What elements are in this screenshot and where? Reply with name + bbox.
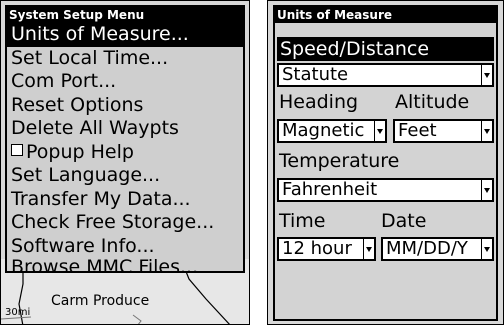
panel-title: Units of Measure [275,7,496,23]
popup-help-label: Popup Help [26,140,134,163]
menu-item-set-local-time[interactable]: Set Local Time... [7,47,243,71]
menu-item-com-port[interactable]: Com Port... [7,70,243,94]
chevron-down-icon[interactable] [363,239,374,259]
units-of-measure-panel: Units of Measure Speed/Distance Statute … [273,5,498,321]
system-setup-menu: System Setup Menu Units of Measure... Se… [5,5,245,273]
menu-item-software-info[interactable]: Software Info... [7,235,243,259]
chevron-down-icon[interactable] [481,121,492,141]
date-label: Date [381,210,427,232]
time-value: 12 hour [282,238,352,259]
heading-label: Heading [279,91,359,113]
menu-item-units-of-measure[interactable]: Units of Measure... [7,23,243,47]
menu-title: System Setup Menu [7,7,243,23]
menu-item-set-language[interactable]: Set Language... [7,164,243,188]
heading-value: Magnetic [282,120,365,141]
map-scale-label: 30mi [5,307,31,318]
altitude-label: Altitude [395,91,470,113]
chevron-down-icon[interactable] [481,65,492,85]
popup-help-checkbox[interactable] [11,143,23,156]
time-dropdown[interactable]: 12 hour [277,237,376,261]
speed-distance-value: Statute [282,64,349,85]
temperature-label: Temperature [279,150,400,172]
menu-item-delete-all-waypts[interactable]: Delete All Waypts [7,117,243,141]
temperature-dropdown[interactable]: Fahrenheit [277,178,494,202]
heading-dropdown[interactable]: Magnetic [277,119,387,143]
menu-item-check-free-storage[interactable]: Check Free Storage... [7,211,243,235]
altitude-value: Feet [398,120,437,141]
speed-distance-heading: Speed/Distance [277,37,494,61]
time-label: Time [279,210,326,232]
menu-item-reset-options[interactable]: Reset Options [7,94,243,118]
menu-item-transfer-my-data[interactable]: Transfer My Data... [7,188,243,212]
speed-distance-dropdown[interactable]: Statute [277,63,494,87]
temperature-value: Fahrenheit [282,179,378,200]
date-dropdown[interactable]: MM/DD/Y [381,237,494,261]
chevron-down-icon[interactable] [374,121,385,141]
chevron-down-icon[interactable] [481,239,492,259]
units-of-measure-screen: Units of Measure Speed/Distance Statute … [267,0,504,325]
system-setup-screen: Carm Produce 30mi System Setup Menu Unit… [0,0,250,325]
chevron-down-icon[interactable] [481,180,492,200]
menu-item-browse-mmc-files[interactable]: Browse MMC Files... [7,258,243,271]
map-place-label: Carm Produce [51,293,150,309]
altitude-dropdown[interactable]: Feet [393,119,494,143]
menu-item-popup-help[interactable]: Popup Help [7,141,243,165]
date-value: MM/DD/Y [386,238,468,259]
